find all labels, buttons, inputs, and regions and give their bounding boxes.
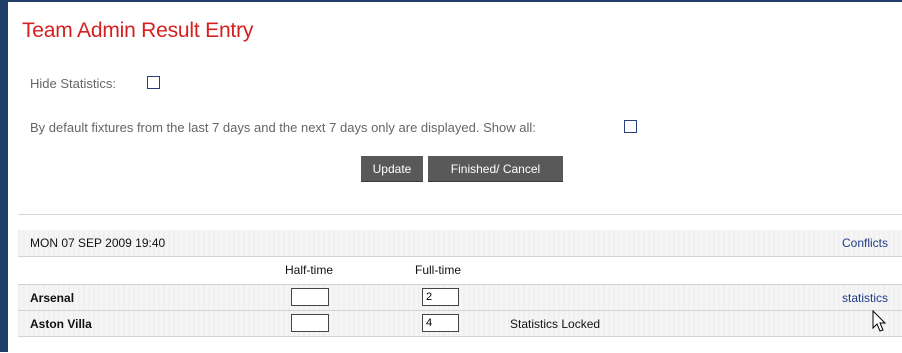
hide-statistics-label: Hide Statistics: (30, 76, 116, 91)
window-frame-top (8, 0, 902, 2)
fulltime-column-header: Full-time (415, 263, 462, 277)
mouse-pointer-icon (872, 310, 887, 332)
finished-cancel-button[interactable]: Finished/ Cancel (428, 156, 563, 182)
fulltime-score-input[interactable] (422, 288, 459, 306)
fulltime-score-input[interactable] (422, 314, 459, 332)
halftime-score-input[interactable] (291, 314, 329, 332)
team-row: Arsenal statistics (18, 285, 902, 311)
hide-statistics-checkbox[interactable] (147, 76, 160, 89)
team-name: Aston Villa (30, 317, 92, 331)
team-name: Arsenal (30, 291, 75, 305)
update-button[interactable]: Update (361, 156, 423, 182)
team-row: Aston Villa Statistics Locked (18, 311, 902, 337)
statistics-link[interactable]: statistics (842, 291, 888, 305)
conflicts-link[interactable]: Conflicts (842, 236, 888, 250)
statistics-locked-status: Statistics Locked (510, 317, 601, 331)
window-frame-left (0, 0, 8, 352)
fixtures-note: By default fixtures from the last 7 days… (30, 120, 536, 135)
fixture-header-row: MON 07 SEP 2009 19:40 Conflicts (18, 230, 902, 257)
halftime-column-header: Half-time (285, 263, 334, 277)
show-all-checkbox[interactable] (624, 120, 637, 133)
score-columns-header: Half-time Full-time (18, 257, 902, 285)
fixture-datetime: MON 07 SEP 2009 19:40 (30, 236, 166, 250)
halftime-score-input[interactable] (291, 288, 329, 306)
page-title: Team Admin Result Entry (22, 19, 254, 42)
fixture-panel: MON 07 SEP 2009 19:40 Conflicts Half-tim… (18, 214, 902, 353)
